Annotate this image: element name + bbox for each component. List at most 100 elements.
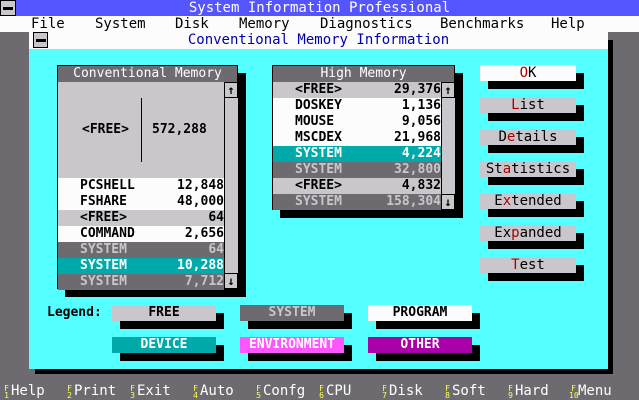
divider: [141, 98, 142, 162]
menu-bar: File System Disk Memory Diagnostics Benchmark…: [0, 16, 639, 32]
label-part: St: [485, 161, 503, 177]
fkey-label: CPU: [326, 383, 352, 399]
label-part: tended: [511, 193, 562, 209]
hotkey: L: [511, 97, 520, 113]
table-row[interactable]: SYSTEM 32,800: [273, 162, 441, 178]
scroll-up-arrow-icon[interactable]: ↑: [441, 82, 455, 98]
row-name: <FREE>: [295, 82, 342, 97]
table-row[interactable]: SYSTEM 10,288: [58, 258, 224, 274]
statistics-button[interactable]: Statistics: [480, 161, 576, 177]
fkey-auto[interactable]: F 4 Auto: [191, 383, 234, 400]
largest-block[interactable]: <FREE> 572,288: [58, 82, 224, 178]
fkey-help[interactable]: F 1 Help: [2, 383, 45, 400]
row-value: 32,800: [394, 162, 441, 177]
table-row[interactable]: MSCDEX 21,968: [273, 130, 441, 146]
label-part: est: [519, 257, 545, 273]
table-row[interactable]: <FREE> 29,376: [273, 82, 441, 98]
table-row[interactable]: SYSTEM 4,224: [273, 146, 441, 162]
dialog-close-button[interactable]: [33, 32, 48, 48]
legend-environment: ENVIRONMENT: [240, 337, 344, 353]
fkey-soft[interactable]: F 8 Soft: [443, 383, 486, 400]
table-row[interactable]: <FREE> 4,832: [273, 178, 441, 194]
scrollbar[interactable]: ↑ ↓: [224, 82, 238, 289]
row-value: 64: [208, 210, 224, 225]
menu-diagnostics[interactable]: Diagnostics: [320, 16, 413, 32]
table-row[interactable]: SYSTEM 7,712: [58, 274, 224, 290]
list-button[interactable]: List: [480, 97, 576, 113]
block-value: 572,288: [152, 122, 207, 137]
fkey-number: F8: [445, 383, 450, 400]
table-row[interactable]: MOUSE 9,056: [273, 114, 441, 130]
row-name: SYSTEM: [295, 194, 342, 209]
scroll-down-arrow-icon[interactable]: ↓: [224, 273, 238, 289]
label-part: anded: [519, 225, 562, 241]
menu-help[interactable]: Help: [551, 16, 585, 32]
row-value: 1,136: [401, 98, 441, 113]
row-value: 158,304: [386, 194, 441, 209]
row-name: <FREE>: [295, 178, 342, 193]
row-name: PCSHELL: [80, 178, 135, 193]
details-button[interactable]: Details: [480, 129, 576, 145]
menu-system[interactable]: System: [95, 16, 146, 32]
fkey-confg[interactable]: F 5 Confg: [254, 383, 305, 400]
fkey-disk[interactable]: F 7 Disk: [380, 383, 423, 400]
fkey-label: Menu: [578, 383, 612, 399]
scrollbar[interactable]: ↑ ↓: [441, 82, 455, 210]
legend-device: DEVICE: [112, 337, 216, 353]
row-name: SYSTEM: [295, 162, 342, 177]
row-value: 4,832: [401, 178, 441, 193]
row-name: SYSTEM: [80, 242, 127, 257]
table-row[interactable]: SYSTEM 158,304: [273, 194, 441, 210]
table-row[interactable]: SYSTEM 64: [58, 242, 224, 258]
fkey-cpu[interactable]: F 6 CPU: [317, 383, 351, 400]
fkey-label: Soft: [452, 383, 486, 399]
menu-memory[interactable]: Memory: [239, 16, 290, 32]
expanded-button[interactable]: Expanded: [480, 225, 576, 241]
menu-disk[interactable]: Disk: [175, 16, 209, 32]
table-row[interactable]: FSHARE 48,000: [58, 194, 224, 210]
scroll-up-arrow-icon[interactable]: ↑: [224, 82, 238, 98]
label-part: E: [494, 193, 503, 209]
row-value: 12,848: [177, 178, 224, 193]
menu-file[interactable]: File: [31, 16, 65, 32]
fkey-label: Help: [11, 383, 45, 399]
table-row[interactable]: <FREE> 64: [58, 210, 224, 226]
table-row[interactable]: PCSHELL 12,848: [58, 178, 224, 194]
row-name: FSHARE: [80, 194, 127, 209]
row-value: 21,968: [394, 130, 441, 145]
row-value: 48,000: [177, 194, 224, 209]
fkey-label: Auto: [200, 383, 234, 399]
panel-header: High Memory: [273, 66, 454, 82]
system-menu-button[interactable]: [0, 0, 16, 16]
table-row[interactable]: COMMAND 2,656: [58, 226, 224, 242]
hotkey: p: [511, 225, 520, 241]
legend-system: SYSTEM: [240, 305, 344, 321]
dialog-title-bar: Conventional Memory Information: [29, 32, 608, 49]
extended-button[interactable]: Extended: [480, 193, 576, 209]
legend-other: OTHER: [368, 337, 472, 353]
fkey-menu[interactable]: F 10 Menu: [569, 383, 612, 400]
test-button[interactable]: Test: [480, 257, 576, 273]
minus-icon: [3, 6, 13, 10]
scroll-down-arrow-icon[interactable]: ↓: [441, 194, 455, 210]
dialog-shadow: [608, 40, 613, 374]
label-part: D: [498, 129, 507, 145]
row-value: 7,712: [184, 274, 224, 289]
label-part: tails: [515, 129, 558, 145]
row-name: <FREE>: [80, 210, 127, 225]
table-row[interactable]: DOSKEY 1,136: [273, 98, 441, 114]
row-value: 4,224: [401, 146, 441, 161]
fkey-label: Exit: [137, 383, 171, 399]
legend-free: FREE: [112, 305, 216, 321]
fkey-hard[interactable]: F 9 Hard: [506, 383, 549, 400]
ok-button[interactable]: OK: [480, 65, 576, 81]
app-title-bar: System Information Professional: [0, 0, 639, 16]
fkey-print[interactable]: F 2 Print: [65, 383, 116, 400]
conventional-memory-panel: Conventional Memory <FREE> 572,288 PCSHE…: [57, 65, 238, 290]
minus-icon: [35, 38, 46, 42]
hotkey: O: [519, 65, 528, 81]
hotkey: x: [502, 193, 512, 209]
fkey-number: F2: [67, 383, 72, 400]
fkey-exit[interactable]: F 3 Exit: [128, 383, 171, 400]
menu-benchmarks[interactable]: Benchmarks: [440, 16, 524, 32]
